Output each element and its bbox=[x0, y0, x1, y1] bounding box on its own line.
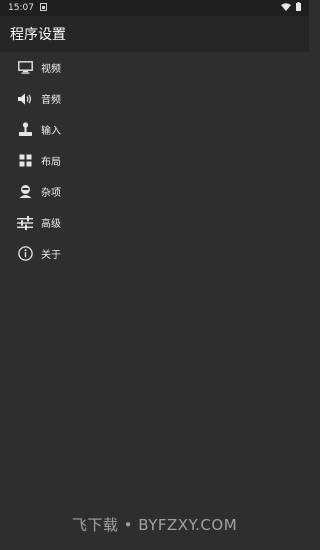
menu-item-audio[interactable]: 音频 bbox=[0, 83, 309, 114]
menu-item-input[interactable]: 输入 bbox=[0, 114, 309, 145]
status-bar: 15:07 bbox=[0, 0, 309, 16]
menu-item-video[interactable]: 视频 bbox=[0, 52, 309, 83]
sliders-icon bbox=[17, 215, 33, 231]
menu-item-about[interactable]: 关于 bbox=[0, 238, 309, 269]
sim-icon bbox=[39, 2, 47, 14]
battery-icon bbox=[296, 2, 301, 14]
menu-item-label: 杂项 bbox=[41, 188, 61, 199]
page-title: 程序设置 bbox=[10, 27, 66, 43]
menu-item-label: 音频 bbox=[41, 95, 61, 106]
watermark: 飞下载 • BYFZXY.COM bbox=[71, 516, 238, 534]
wifi-icon bbox=[281, 2, 291, 14]
menu-item-label: 高级 bbox=[41, 219, 61, 230]
monitor-icon bbox=[17, 60, 33, 76]
status-left: 15:07 bbox=[8, 2, 47, 14]
menu-item-label: 输入 bbox=[41, 126, 61, 137]
status-time: 15:07 bbox=[8, 3, 34, 13]
app-bar: 程序设置 bbox=[0, 16, 309, 52]
info-icon bbox=[17, 246, 33, 262]
status-right bbox=[281, 2, 301, 14]
menu-item-advanced[interactable]: 高级 bbox=[0, 207, 309, 238]
settings-menu: 视频 音频 输入 布局 杂项 高级 关于 bbox=[0, 52, 309, 269]
menu-item-label: 关于 bbox=[41, 250, 61, 261]
grid-icon bbox=[17, 153, 33, 169]
joystick-icon bbox=[17, 122, 33, 138]
menu-item-layout[interactable]: 布局 bbox=[0, 145, 309, 176]
menu-item-label: 视频 bbox=[41, 64, 61, 75]
misc-icon bbox=[17, 184, 33, 200]
speaker-icon bbox=[17, 91, 33, 107]
menu-item-label: 布局 bbox=[41, 157, 61, 168]
menu-item-misc[interactable]: 杂项 bbox=[0, 176, 309, 207]
